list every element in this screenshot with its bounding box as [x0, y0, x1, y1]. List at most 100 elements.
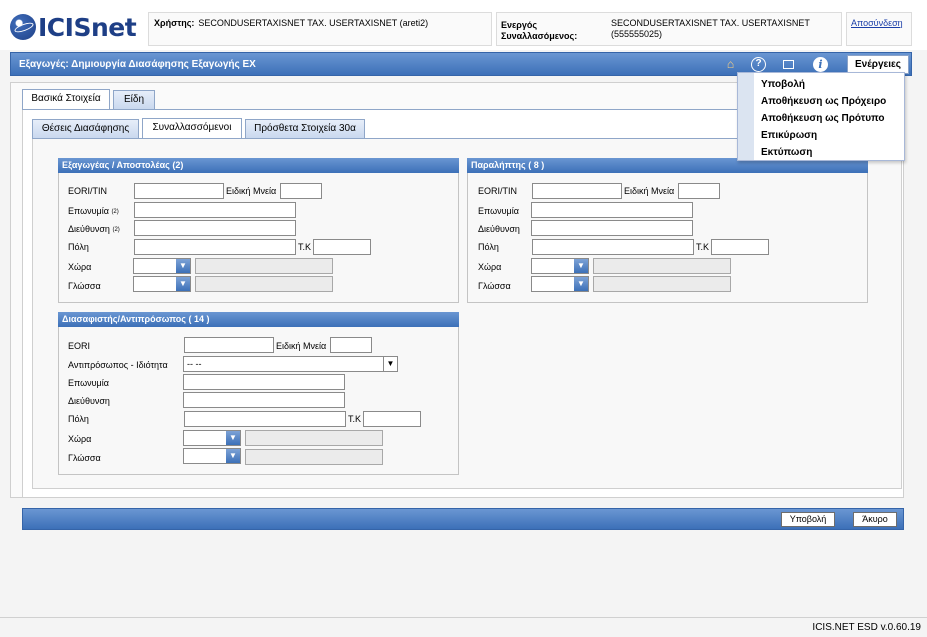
actions-menu: Υποβολή Αποθήκευση ως Πρόχειρο Αποθήκευσ…	[737, 72, 905, 161]
consignee-city-label: Πόλη	[478, 242, 499, 252]
declarant-language-label: Γλώσσα	[68, 453, 101, 463]
declarant-address-label: Διεύθυνση	[68, 396, 110, 406]
exporter-country-label: Χώρα	[68, 262, 92, 272]
exporter-address-label: Διεύθυνση (2)	[68, 224, 120, 234]
chevron-down-icon: ▼	[226, 431, 240, 445]
chevron-down-icon: ▼	[574, 259, 588, 273]
menu-item-save-template[interactable]: Αποθήκευση ως Πρότυπο	[761, 113, 885, 124]
trader-value: SECONDUSERTAXISNET TAX. USERTAXISNET (55…	[611, 18, 810, 39]
window-icon[interactable]	[781, 57, 796, 72]
declarant-special-input[interactable]	[330, 337, 372, 353]
exporter-eori-label: EORI/TIN	[68, 186, 108, 196]
trader-label: Ενεργός Συναλλασόμενος:	[501, 20, 578, 41]
exporter-name-label: Επωνυμία (2)	[68, 206, 119, 216]
consignee-country-select[interactable]: ▼	[531, 258, 589, 274]
declarant-rep-value: -- --	[187, 359, 202, 369]
consignee-address-label: Διεύθυνση	[478, 224, 520, 234]
consignee-language-name	[593, 276, 731, 292]
help-icon[interactable]: ?	[751, 57, 766, 72]
declarant-rep-label: Αντιπρόσωπος - Ιδιότητα	[68, 360, 168, 370]
exporter-country-name	[195, 258, 333, 274]
chevron-down-icon: ▼	[176, 277, 190, 291]
consignee-language-label: Γλώσσα	[478, 281, 511, 291]
declarant-zip-input[interactable]	[363, 411, 421, 427]
user-label: Χρήστης:	[154, 18, 195, 28]
user-info: Χρήστης: SECONDUSERTAXISNET TAX. USERTAXI…	[148, 12, 492, 46]
consignee-country-label: Χώρα	[478, 262, 502, 272]
logo-text: ICISnet	[38, 12, 137, 42]
consignee-country-name	[593, 258, 731, 274]
declarant-header: Διασαφιστής/Αντιπρόσωπος ( 14 )	[58, 312, 459, 327]
consignee-eori-input[interactable]	[532, 183, 622, 199]
subtab-additional-30a[interactable]: Πρόσθετα Στοιχεία 30α	[245, 119, 365, 139]
exporter-name-input[interactable]	[134, 202, 296, 218]
logout-box: Αποσύνδεση	[846, 12, 912, 46]
tab-basic-info[interactable]: Βασικά Στοιχεία	[22, 89, 110, 110]
cancel-button[interactable]: Άκυρο	[853, 512, 897, 527]
consignee-address-input[interactable]	[531, 220, 693, 236]
consignee-zip-input[interactable]	[711, 239, 769, 255]
exporter-language-select[interactable]: ▼	[133, 276, 191, 292]
consignee-name-label: Επωνυμία	[478, 206, 519, 216]
declarant-zip-label: Τ.Κ	[348, 414, 362, 424]
declarant-language-name	[245, 449, 383, 465]
exporter-address-note: (2)	[112, 227, 120, 233]
declarant-name-input[interactable]	[183, 374, 345, 390]
logout-link[interactable]: Αποσύνδεση	[851, 18, 903, 28]
declarant-rep-select[interactable]: -- -- ▼	[183, 356, 398, 372]
chevron-down-icon: ▼	[574, 277, 588, 291]
top-header: ICISnet Χρήστης: SECONDUSERTAXISNET TAX. …	[0, 0, 927, 50]
declarant-country-select[interactable]: ▼	[183, 430, 241, 446]
exporter-special-input[interactable]	[280, 183, 322, 199]
globe-icon	[10, 14, 36, 40]
menu-item-validate[interactable]: Επικύρωση	[761, 130, 817, 141]
submit-button[interactable]: Υποβολή	[781, 512, 835, 527]
exporter-country-select[interactable]: ▼	[133, 258, 191, 274]
exporter-language-name	[195, 276, 333, 292]
exporter-name-note: (2)	[111, 209, 119, 215]
subtab-declaration-positions[interactable]: Θέσεις Διασάφησης	[32, 119, 139, 139]
exporter-address-text: Διεύθυνση	[68, 224, 110, 234]
bottom-action-bar: Υποβολή Άκυρο	[22, 508, 904, 530]
page-title: Εξαγωγές: Δημιουργία Διασάφησης Εξαγωγής…	[19, 59, 256, 70]
icisnet-logo: ICISnet	[10, 12, 137, 42]
version-label: ICIS.NET ESD v.0.60.19	[812, 622, 921, 633]
exporter-address-input[interactable]	[134, 220, 296, 236]
exporter-city-label: Πόλη	[68, 242, 89, 252]
footer: ICIS.NET ESD v.0.60.19	[0, 617, 927, 637]
trader-info: Ενεργός Συναλλασόμενος: SECONDUSERTAXISN…	[496, 12, 842, 46]
consignee-language-select[interactable]: ▼	[531, 276, 589, 292]
menu-item-print[interactable]: Εκτύπωση	[761, 147, 812, 158]
exporter-city-input[interactable]	[134, 239, 296, 255]
consignee-special-label: Ειδική Μνεία	[624, 186, 675, 196]
subtab-traders[interactable]: Συναλλασσόμενοι	[142, 118, 242, 139]
chevron-down-icon: ▼	[383, 357, 397, 371]
consignee-name-input[interactable]	[531, 202, 693, 218]
declarant-address-input[interactable]	[183, 392, 345, 408]
declarant-eori-label: EORI	[68, 341, 91, 351]
chevron-down-icon: ▼	[226, 449, 240, 463]
menu-stripe	[738, 73, 754, 160]
tab-items[interactable]: Είδη	[113, 90, 155, 110]
declarant-special-label: Ειδική Μνεία	[276, 341, 327, 351]
exporter-header: Εξαγωγέας / Αποστολέας (2)	[58, 158, 459, 173]
declarant-eori-input[interactable]	[184, 337, 274, 353]
user-value: SECONDUSERTAXISNET TAX. USERTAXISNET (ar…	[198, 18, 429, 28]
chevron-down-icon: ▼	[176, 259, 190, 273]
declarant-city-input[interactable]	[184, 411, 346, 427]
declarant-country-name	[245, 430, 383, 446]
home-icon[interactable]: ⌂	[723, 57, 738, 72]
exporter-name-text: Επωνυμία	[68, 206, 109, 216]
info-icon[interactable]: i	[813, 57, 828, 72]
exporter-eori-input[interactable]	[134, 183, 224, 199]
exporter-zip-label: Τ.Κ	[298, 242, 312, 252]
consignee-eori-label: EORI/TIN	[478, 186, 518, 196]
menu-item-submit[interactable]: Υποβολή	[761, 79, 805, 90]
exporter-zip-input[interactable]	[313, 239, 371, 255]
declarant-city-label: Πόλη	[68, 414, 89, 424]
consignee-special-input[interactable]	[678, 183, 720, 199]
declarant-language-select[interactable]: ▼	[183, 448, 241, 464]
consignee-city-input[interactable]	[532, 239, 694, 255]
menu-item-save-draft[interactable]: Αποθήκευση ως Πρόχειρο	[761, 96, 886, 107]
consignee-zip-label: Τ.Κ	[696, 242, 710, 252]
